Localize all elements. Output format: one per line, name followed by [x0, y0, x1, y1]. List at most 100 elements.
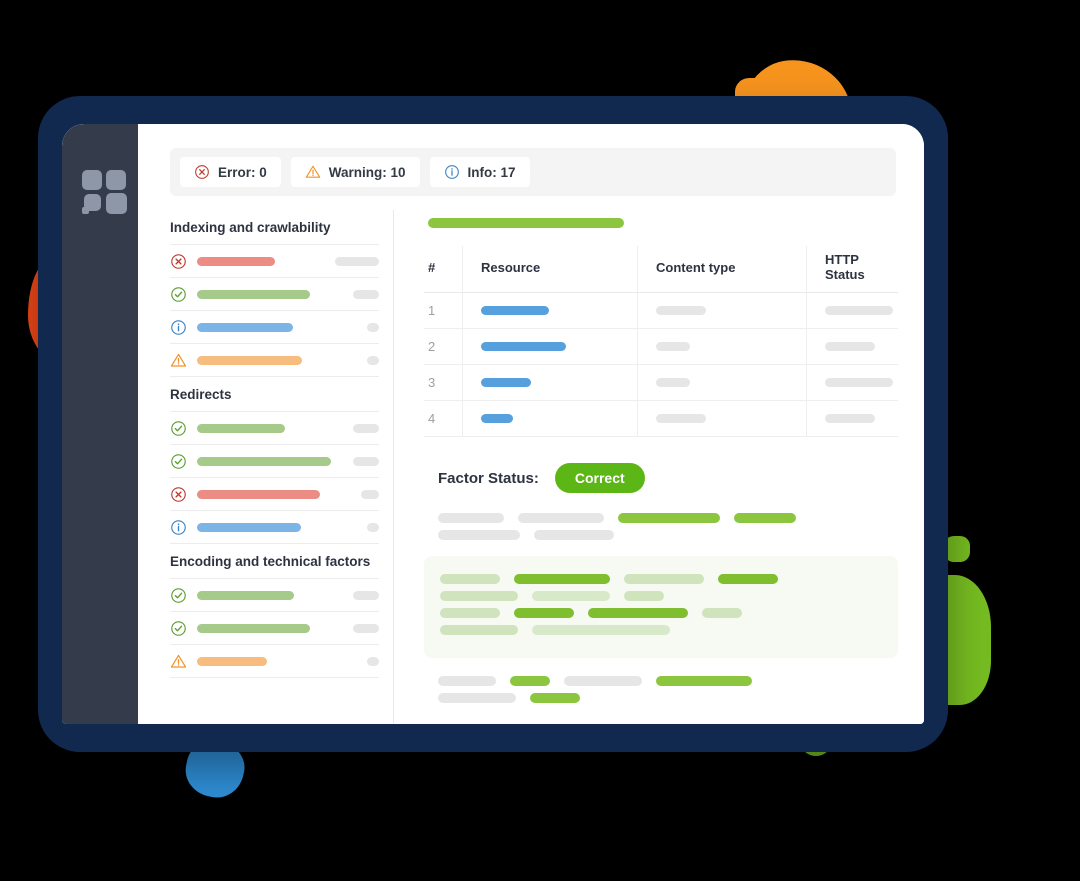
factor-value-placeholder — [361, 489, 379, 499]
table-header-row: # Resource Content type HTTP Status — [424, 246, 898, 293]
resource-table-head: # Resource Content type HTTP Status — [424, 246, 898, 293]
text-placeholder-bar — [518, 513, 604, 523]
skeleton-highlight-line — [440, 608, 882, 618]
text-placeholder-bar — [514, 608, 574, 618]
cell-value-placeholder — [656, 414, 706, 423]
table-cell-resource — [462, 364, 638, 401]
cell-value-placeholder — [825, 378, 893, 387]
info-circle-icon — [171, 319, 186, 335]
factor-name-placeholder — [197, 656, 267, 666]
factor-name-placeholder — [197, 489, 320, 499]
status-chip-error[interactable]: Error: 0 — [180, 157, 281, 187]
success-circle-icon — [171, 620, 186, 636]
status-chip-info[interactable]: Info: 17 — [429, 157, 530, 187]
text-placeholder-bar — [438, 530, 520, 540]
factor-row[interactable] — [170, 511, 379, 544]
text-placeholder-bar — [438, 693, 516, 703]
success-circle-icon — [171, 453, 186, 469]
table-row[interactable]: 3 — [424, 364, 898, 401]
info-circle-icon — [444, 165, 459, 179]
text-placeholder-bar — [624, 591, 664, 601]
factor-row[interactable] — [170, 311, 379, 344]
factor-value-placeholder — [353, 456, 379, 466]
table-cell-num: 1 — [424, 292, 463, 329]
table-cell-num: 2 — [424, 328, 463, 365]
factor-status-badge[interactable]: Correct — [554, 463, 645, 493]
factor-row[interactable] — [170, 245, 379, 278]
factor-name-placeholder — [197, 322, 293, 332]
table-cell-content-type — [637, 292, 807, 329]
table-row[interactable]: 1 — [424, 292, 898, 329]
table-header-resource[interactable]: Resource — [462, 246, 638, 293]
factor-row[interactable] — [170, 445, 379, 478]
factor-group-title: Redirects — [170, 377, 379, 412]
factor-group-title: Indexing and crawlability — [170, 210, 379, 245]
factor-value-placeholder — [353, 590, 379, 600]
tablet-screen: Error: 0 Warning: 10 Info: 17 Indexing and… — [62, 124, 924, 724]
text-placeholder-bar — [514, 574, 610, 584]
factor-row[interactable] — [170, 478, 379, 511]
info-circle-icon — [171, 519, 186, 535]
table-cell-content-type — [637, 400, 807, 437]
factor-row[interactable] — [170, 645, 379, 678]
table-header-http-status[interactable]: HTTP Status — [806, 246, 898, 293]
table-cell-http-status — [806, 400, 898, 437]
skeleton-bottom-line — [438, 693, 898, 703]
factors-sidebar: Indexing and crawlability Redirects Encodi… — [138, 210, 394, 724]
factor-status-label: Factor Status: — [438, 469, 539, 487]
cell-value-placeholder — [481, 378, 531, 387]
factor-value-placeholder — [367, 322, 379, 332]
factor-name-placeholder — [197, 423, 285, 433]
factor-name-placeholder — [197, 590, 294, 600]
skeleton-top-line — [438, 530, 898, 540]
grid-dashboard-icon[interactable] — [82, 170, 128, 214]
cell-value-placeholder — [656, 378, 690, 387]
error-circle-icon — [171, 486, 186, 502]
cell-value-placeholder — [656, 306, 706, 315]
text-placeholder-bar — [530, 693, 580, 703]
main-columns: Indexing and crawlability Redirects Encodi… — [138, 196, 924, 724]
factor-row[interactable] — [170, 579, 379, 612]
factor-group-title: Encoding and technical factors — [170, 544, 379, 579]
skeleton-top-line — [438, 513, 898, 523]
text-placeholder-bar — [438, 513, 504, 523]
success-circle-icon — [171, 587, 186, 603]
table-cell-http-status — [806, 328, 898, 365]
table-row[interactable]: 4 — [424, 400, 898, 437]
factor-value-placeholder — [353, 623, 379, 633]
table-cell-resource — [462, 328, 638, 365]
table-row[interactable]: 2 — [424, 328, 898, 365]
success-circle-icon — [171, 420, 186, 436]
table-header-num[interactable]: # — [424, 246, 463, 293]
factor-row[interactable] — [170, 412, 379, 445]
text-placeholder-bar — [532, 591, 610, 601]
skeleton-block-top — [438, 513, 898, 540]
table-cell-num: 3 — [424, 364, 463, 401]
factor-row[interactable] — [170, 612, 379, 645]
factor-value-placeholder — [367, 355, 379, 365]
details-panel: # Resource Content type HTTP Status 1234 Fa… — [394, 210, 924, 724]
factor-row[interactable] — [170, 344, 379, 377]
text-placeholder-bar — [440, 625, 518, 635]
highlighted-result-box — [424, 556, 898, 658]
skeleton-highlight-line — [440, 591, 882, 601]
factor-name-placeholder — [197, 456, 331, 466]
table-cell-resource — [462, 400, 638, 437]
nav-rail — [62, 124, 138, 724]
cell-value-placeholder — [481, 414, 513, 423]
status-chip-label: Error: 0 — [218, 164, 267, 180]
panel-title-placeholder — [428, 218, 624, 228]
text-placeholder-bar — [438, 676, 496, 686]
cell-value-placeholder — [656, 342, 690, 351]
cell-value-placeholder — [481, 342, 566, 351]
warning-triangle-icon — [305, 165, 321, 178]
factor-name-placeholder — [197, 289, 310, 299]
resource-table: # Resource Content type HTTP Status 1234 — [424, 246, 898, 437]
text-placeholder-bar — [656, 676, 752, 686]
resource-table-body: 1234 — [424, 292, 898, 437]
cell-value-placeholder — [481, 306, 549, 315]
text-placeholder-bar — [718, 574, 778, 584]
table-header-content-type[interactable]: Content type — [637, 246, 807, 293]
status-chip-warning[interactable]: Warning: 10 — [290, 157, 420, 187]
factor-row[interactable] — [170, 278, 379, 311]
